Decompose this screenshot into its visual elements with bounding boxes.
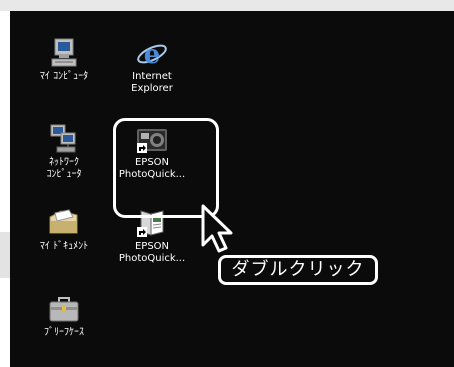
desktop-icon-my-computer[interactable]: ﾏｲ ｺﾝﾋﾟｭｰﾀ <box>22 37 106 83</box>
mouse-cursor-icon <box>201 204 233 253</box>
desktop-icon-network-computer[interactable]: ﾈｯﾄﾜｰｸ ｺﾝﾋﾟｭｰﾀ <box>22 123 106 181</box>
outer-left-band <box>0 11 10 367</box>
desktop[interactable]: ﾏｲ ｺﾝﾋﾟｭｰﾀ e Internet Explorer ﾈｯﾄﾜｰｸ ｺﾝ… <box>10 11 454 367</box>
desktop-icon-label: ﾏｲ ﾄﾞｷｭﾒﾝﾄ <box>39 241 89 252</box>
desktop-icon-label: ﾌﾞﾘｰﾌｹｰｽ <box>44 327 84 338</box>
desktop-icon-label: ﾈｯﾄﾜｰｸ ｺﾝﾋﾟｭｰﾀ <box>46 157 82 180</box>
my-computer-icon <box>51 38 77 67</box>
network-computer-icon <box>50 124 76 153</box>
desktop-icon-label: EPSON PhotoQuick... <box>118 241 186 264</box>
briefcase-icon <box>49 297 79 322</box>
outer-top-band <box>0 0 454 11</box>
desktop-icon-label: ﾏｲ ｺﾝﾋﾟｭｰﾀ <box>39 71 89 82</box>
desktop-icon-label: Internet Explorer <box>131 71 173 94</box>
svg-text:e: e <box>144 40 161 69</box>
outer-mid-band <box>0 232 10 278</box>
desktop-icon-internet-explorer[interactable]: e Internet Explorer <box>110 37 194 95</box>
desktop-icon-my-documents[interactable]: ﾏｲ ﾄﾞｷｭﾒﾝﾄ <box>22 207 106 253</box>
my-documents-icon <box>49 209 78 234</box>
double-click-callout: ダブルクリック <box>218 255 378 285</box>
desktop-icon-briefcase[interactable]: ﾌﾞﾘｰﾌｹｰｽ <box>22 293 106 339</box>
internet-explorer-icon: e <box>137 40 167 69</box>
